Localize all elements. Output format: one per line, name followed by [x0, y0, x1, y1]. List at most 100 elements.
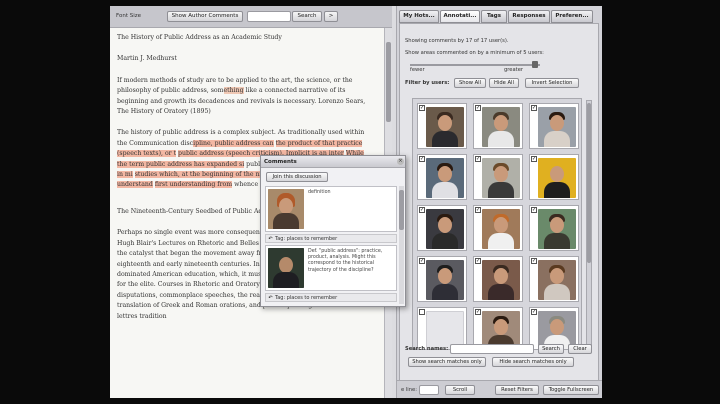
user-checkbox[interactable]: ✓ — [531, 105, 537, 111]
clear-search-button[interactable]: Clear — [568, 344, 592, 354]
filter-by-users-label: Filter by users: — [405, 80, 450, 86]
user-cell[interactable]: ✓ — [417, 154, 467, 200]
line-label: e line: — [401, 387, 417, 393]
user-checkbox[interactable]: ✓ — [419, 207, 425, 213]
panel-tabs: My Hots... Annotati... Tags Responses Pr… — [397, 10, 602, 24]
commenter-avatar — [268, 189, 304, 229]
comment-item[interactable]: definition — [265, 186, 397, 232]
user-checkbox[interactable]: ✓ — [475, 156, 481, 162]
user-photo — [482, 107, 520, 147]
document-author: Martin J. Medhurst — [117, 55, 177, 63]
document-scrollbar-thumb[interactable] — [386, 42, 391, 122]
comment-tag-line[interactable]: ↶ Tag: places to remember — [265, 293, 397, 302]
user-photo — [538, 158, 576, 198]
reset-filters-button[interactable]: Reset Filters — [495, 385, 539, 395]
highlight-span[interactable]: ething — [223, 87, 244, 95]
user-photo — [482, 209, 520, 249]
font-size-label[interactable]: Font Size — [116, 13, 141, 19]
reply-arrow-icon[interactable]: ↶ — [266, 235, 275, 244]
highlight-span[interactable]: first understanding from — [154, 181, 233, 189]
user-photo — [538, 107, 576, 147]
user-cell[interactable]: ✓ — [417, 256, 467, 302]
user-cell[interactable]: ✓ — [529, 205, 579, 251]
reply-arrow-icon[interactable]: ↶ — [266, 294, 275, 303]
slider-fewer-label: fewer — [410, 67, 425, 73]
comments-popup-title: Comments — [264, 159, 297, 165]
document-title: The History of Public Address as an Acad… — [117, 34, 282, 41]
show-all-button[interactable]: Show All — [454, 78, 486, 88]
user-cell[interactable]: ✓ — [417, 103, 467, 149]
user-cell[interactable]: ✓ — [417, 205, 467, 251]
comment-text: definition — [308, 190, 331, 195]
user-cell[interactable]: ✓ — [529, 103, 579, 149]
user-photo — [482, 158, 520, 198]
user-checkbox[interactable]: ✓ — [475, 309, 481, 315]
user-checkbox[interactable]: ✓ — [531, 258, 537, 264]
comments-scrollbar[interactable] — [399, 186, 404, 304]
user-grid-scrollbar-thumb[interactable] — [587, 103, 591, 263]
tab-my-hots[interactable]: My Hots... — [399, 10, 439, 23]
panel-bottom-bar: e line: Scroll Reset Filters Toggle Full… — [397, 380, 602, 398]
user-photo — [426, 260, 464, 300]
user-photo-grid: ✓ ✓ ✓ ✓ ✓ ✓ ✓ ✓ ✓ ✓ ✓ ✓ ✓ ✓ — [412, 98, 582, 350]
user-checkbox[interactable]: ✓ — [531, 309, 537, 315]
user-cell[interactable]: ✓ — [473, 205, 523, 251]
slider-knob[interactable] — [532, 61, 538, 68]
search-names-label: Search names: — [405, 346, 449, 352]
tab-tags[interactable]: Tags — [481, 10, 507, 23]
comments-popup: Comments × Join this discussion definiti… — [260, 155, 406, 307]
user-checkbox[interactable]: ✓ — [475, 207, 481, 213]
next-match-button[interactable]: > — [324, 11, 338, 22]
user-checkbox[interactable]: ✓ — [419, 258, 425, 264]
min-users-slider[interactable] — [410, 61, 540, 68]
comment-tag: Tag: places to remember — [275, 295, 338, 301]
document-search-button[interactable]: Search — [292, 11, 322, 22]
application-window: Font Size Show Author Comments Search > … — [110, 6, 602, 398]
search-names-input[interactable] — [450, 344, 534, 354]
paragraph-1: If modern methods of study are to be app… — [117, 76, 375, 118]
invert-selection-button[interactable]: Invert Selection — [525, 78, 579, 88]
user-cell[interactable]: ✓ — [473, 256, 523, 302]
annotation-panel: My Hots... Annotati... Tags Responses Pr… — [396, 6, 602, 398]
user-cell[interactable]: ✓ — [473, 103, 523, 149]
user-grid-scrollbar[interactable] — [586, 100, 592, 350]
min-users-label: Show areas commented on by a minimum of … — [405, 50, 544, 56]
comment-tag: Tag: places to remember — [275, 236, 338, 242]
user-cell[interactable]: ✓ — [473, 154, 523, 200]
comment-item[interactable]: Def. "public address": practice, product… — [265, 245, 397, 291]
user-checkbox[interactable]: ✓ — [531, 156, 537, 162]
tab-responses[interactable]: Responses — [508, 10, 550, 23]
user-photo — [482, 260, 520, 300]
user-checkbox[interactable] — [419, 309, 425, 315]
scroll-button[interactable]: Scroll — [445, 385, 475, 395]
search-names-button[interactable]: Search — [538, 344, 564, 354]
showing-count-text: Showing comments by 17 of 17 user(s). — [405, 38, 509, 44]
toggle-fullscreen-button[interactable]: Toggle Fullscreen — [543, 385, 599, 395]
hide-all-button[interactable]: Hide All — [489, 78, 519, 88]
comments-popup-header[interactable]: Comments × — [261, 156, 405, 168]
annotations-tab-body: Showing comments by 17 of 17 user(s). Sh… — [399, 23, 599, 398]
show-author-comments-button[interactable]: Show Author Comments — [167, 11, 243, 22]
show-matches-only-button[interactable]: Show search matches only — [408, 357, 486, 367]
user-cell[interactable]: ✓ — [529, 256, 579, 302]
user-photo — [538, 260, 576, 300]
highlight-span[interactable]: ipline, public address can — [193, 139, 274, 147]
comments-scrollbar-thumb[interactable] — [399, 190, 404, 230]
user-checkbox[interactable]: ✓ — [475, 258, 481, 264]
user-checkbox[interactable]: ✓ — [475, 105, 481, 111]
join-discussion-button[interactable]: Join this discussion — [266, 172, 328, 182]
user-checkbox[interactable]: ✓ — [531, 207, 537, 213]
document-toolbar: Font Size Show Author Comments Search > — [110, 6, 392, 28]
comment-tag-line[interactable]: ↶ Tag: places to remember — [265, 234, 397, 243]
document-search-input[interactable] — [247, 11, 291, 22]
user-cell[interactable]: ✓ — [529, 154, 579, 200]
user-checkbox[interactable]: ✓ — [419, 156, 425, 162]
user-checkbox[interactable]: ✓ — [419, 105, 425, 111]
commenter-avatar — [268, 248, 304, 288]
close-icon[interactable]: × — [397, 158, 404, 165]
tab-preferences[interactable]: Preferen... — [551, 10, 593, 23]
line-number-input[interactable] — [419, 385, 439, 395]
tab-annotations[interactable]: Annotati... — [440, 10, 480, 23]
comment-text: Def. "public address": practice, product… — [308, 249, 383, 273]
hide-matches-only-button[interactable]: Hide search matches only — [492, 357, 574, 367]
